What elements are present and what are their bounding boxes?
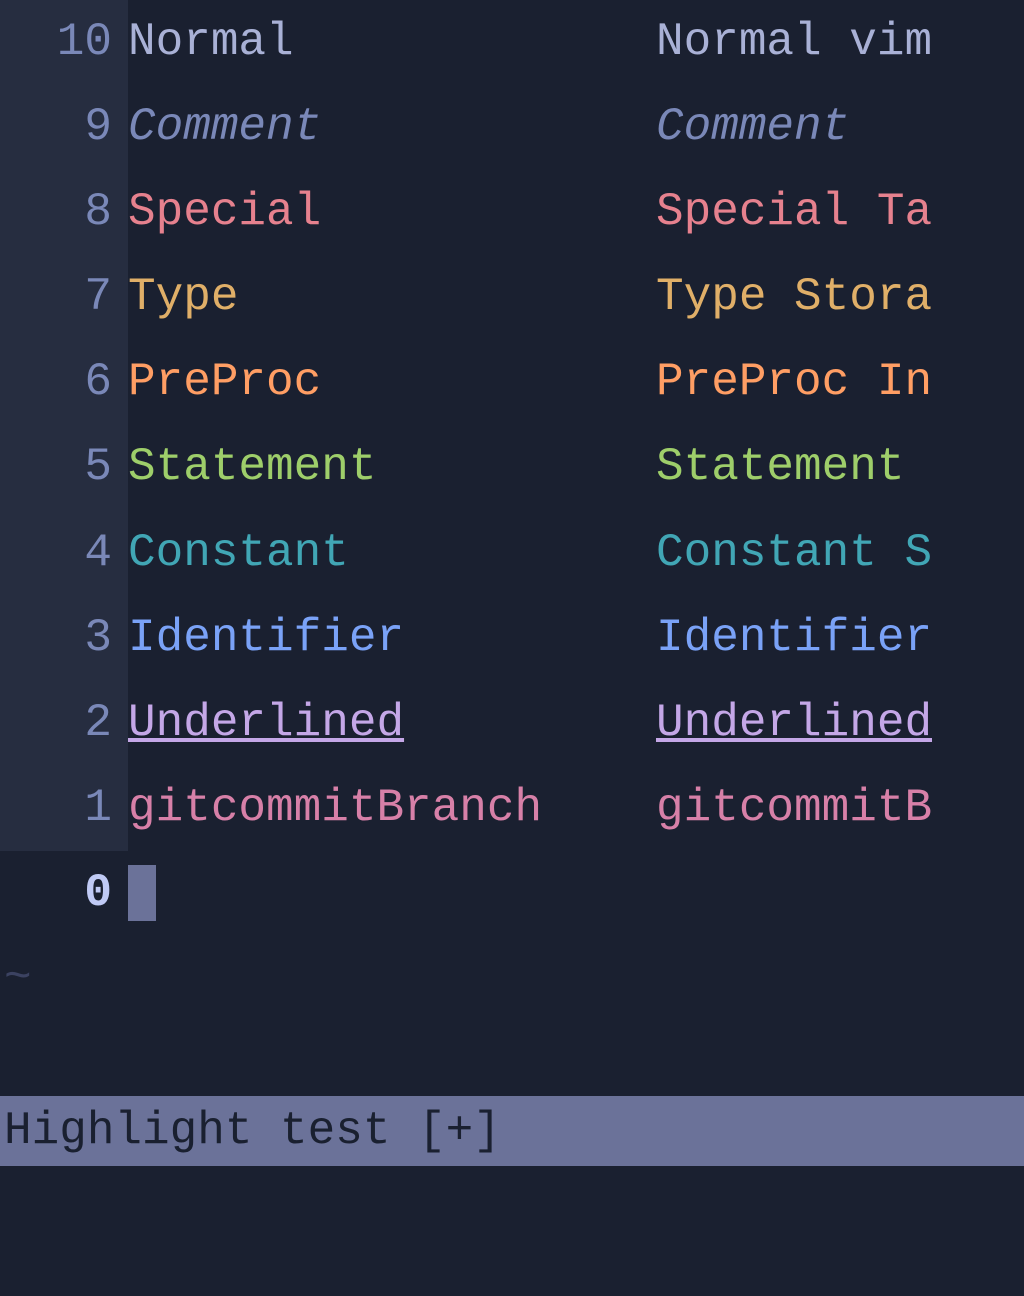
- editor-lines[interactable]: 10 Normal Normal vim 9 Comment Comment 8…: [0, 0, 1024, 1096]
- highlight-name: Comment: [128, 85, 656, 170]
- highlight-sample: PreProc In: [656, 340, 932, 425]
- highlight-sample: Normal vim: [656, 0, 932, 85]
- line-number: 1: [0, 766, 128, 851]
- highlight-sample: Statement: [656, 425, 904, 510]
- line-number: 4: [0, 511, 128, 596]
- line-row[interactable]: 8 Special Special Ta: [0, 170, 1024, 255]
- line-row[interactable]: 9 Comment Comment: [0, 85, 1024, 170]
- line-row[interactable]: 10 Normal Normal vim: [0, 0, 1024, 85]
- highlight-name: Identifier: [128, 596, 656, 681]
- line-row-current[interactable]: 0: [0, 851, 1024, 936]
- line-row[interactable]: 7 Type Type Stora: [0, 255, 1024, 340]
- highlight-name: Underlined: [128, 681, 656, 766]
- line-number-current: 0: [0, 851, 128, 936]
- highlight-name: Statement: [128, 425, 656, 510]
- line-row[interactable]: 1 gitcommitBranch gitcommitB: [0, 766, 1024, 851]
- line-number: 5: [0, 425, 128, 510]
- line-row[interactable]: 6 PreProc PreProc In: [0, 340, 1024, 425]
- highlight-sample: Special Ta: [656, 170, 932, 255]
- line-number: 8: [0, 170, 128, 255]
- line-row[interactable]: 5 Statement Statement: [0, 425, 1024, 510]
- line-number: 3: [0, 596, 128, 681]
- line-number: 10: [0, 0, 128, 85]
- line-row[interactable]: 2 Underlined Underlined: [0, 681, 1024, 766]
- line-number: 2: [0, 681, 128, 766]
- command-area[interactable]: [0, 1166, 1024, 1296]
- editor: 10 Normal Normal vim 9 Comment Comment 8…: [0, 0, 1024, 1296]
- highlight-name: Type: [128, 255, 656, 340]
- highlight-name: Special: [128, 170, 656, 255]
- highlight-name: Normal: [128, 0, 656, 85]
- highlight-sample: Type Stora: [656, 255, 932, 340]
- status-line: Highlight test [+]: [0, 1096, 1024, 1166]
- empty-line-tilde: ~: [0, 936, 1024, 1021]
- buffer-name: Highlight test [+]: [4, 1105, 501, 1157]
- line-number: 7: [0, 255, 128, 340]
- line-number: 9: [0, 85, 128, 170]
- highlight-name: gitcommitBranch: [128, 766, 656, 851]
- line-row[interactable]: 3 Identifier Identifier: [0, 596, 1024, 681]
- highlight-name: Constant: [128, 511, 656, 596]
- highlight-sample: Constant S: [656, 511, 932, 596]
- highlight-sample: gitcommitB: [656, 766, 932, 851]
- highlight-sample: Underlined: [656, 681, 932, 766]
- highlight-name: PreProc: [128, 340, 656, 425]
- highlight-sample: Comment: [656, 85, 849, 170]
- cursor: [128, 865, 156, 921]
- line-number: 6: [0, 340, 128, 425]
- tilde-icon: ~: [4, 936, 32, 1021]
- line-row[interactable]: 4 Constant Constant S: [0, 511, 1024, 596]
- highlight-sample: Identifier: [656, 596, 932, 681]
